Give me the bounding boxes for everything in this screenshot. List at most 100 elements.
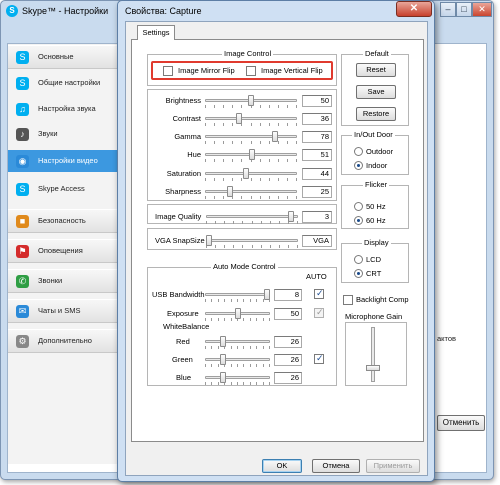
gamma-tick bbox=[287, 141, 288, 144]
gamma-value[interactable]: 78 bbox=[302, 131, 332, 143]
skype-close-button[interactable]: ✕ bbox=[472, 2, 492, 17]
sidebar-section-6[interactable]: ■ Безопасность bbox=[8, 209, 128, 233]
green-slider-thumb[interactable] bbox=[220, 354, 226, 365]
apply-button[interactable]: Применить bbox=[366, 459, 420, 473]
backlight-comp-checkbox[interactable] bbox=[343, 295, 353, 305]
sidebar-item-1[interactable]: S Общие настройки bbox=[8, 72, 128, 94]
blue-slider-thumb[interactable] bbox=[220, 372, 226, 383]
exposure-auto-checkbox[interactable] bbox=[314, 307, 324, 318]
sidebar-item-5[interactable]: S Skype Access bbox=[8, 178, 128, 200]
gamma-tick bbox=[214, 141, 215, 144]
vga-snapsize-tick bbox=[224, 245, 225, 248]
sidebar-section-0[interactable]: S Основные bbox=[8, 45, 128, 69]
green-value[interactable]: 26 bbox=[274, 354, 302, 366]
dialog-close-button[interactable]: ✕ bbox=[396, 1, 432, 17]
vga-snapsize-tick bbox=[242, 245, 243, 248]
sharpness-tick bbox=[278, 196, 279, 199]
hue-tick bbox=[260, 159, 261, 162]
flicker-title: Flicker bbox=[363, 180, 390, 189]
blue-value[interactable]: 26 bbox=[274, 372, 302, 384]
sidebar-section-7[interactable]: ⚑ Оповещения bbox=[8, 239, 128, 263]
flicker-50hz-radio[interactable] bbox=[354, 202, 363, 211]
usb-bandwidth-slider-thumb[interactable] bbox=[264, 289, 270, 300]
saturation-tick bbox=[205, 178, 206, 181]
sidebar-item-label: Чаты и SMS bbox=[38, 306, 81, 315]
flicker-60hz-radio[interactable] bbox=[354, 216, 363, 225]
sidebar-item-2[interactable]: ♫ Настройка звука bbox=[8, 98, 128, 120]
vga-snapsize-slider-thumb[interactable] bbox=[206, 235, 212, 246]
restore-button[interactable]: Restore bbox=[356, 107, 396, 121]
gamma-tick bbox=[296, 141, 297, 144]
gamma-slider-thumb[interactable] bbox=[272, 131, 278, 142]
sharpness-tick bbox=[241, 196, 242, 199]
vga-snapsize-tick bbox=[215, 245, 216, 248]
indoor-radio[interactable] bbox=[354, 161, 363, 170]
contrast-tick bbox=[260, 123, 261, 126]
sidebar-item-label: Настройка звука bbox=[38, 104, 96, 113]
brightness-slider-thumb[interactable] bbox=[248, 95, 254, 106]
usb-bandwidth-value[interactable]: 8 bbox=[274, 289, 302, 301]
ok-button[interactable]: OK bbox=[262, 459, 302, 473]
microphone-gain-thumb[interactable] bbox=[366, 365, 380, 371]
sidebar-section-9[interactable]: ✉ Чаты и SMS bbox=[8, 299, 128, 323]
image-quality-value[interactable]: 3 bbox=[302, 211, 332, 223]
sidebar-section-10[interactable]: ⚙ Дополнительно bbox=[8, 329, 128, 353]
green-tick bbox=[218, 364, 219, 367]
lcd-radio[interactable] bbox=[354, 255, 363, 264]
microphone-gain-track bbox=[371, 327, 375, 382]
vga-snapsize-value[interactable]: VGA bbox=[302, 235, 332, 247]
contrast-tick bbox=[278, 123, 279, 126]
outdoor-radio[interactable] bbox=[354, 147, 363, 156]
sharpness-value[interactable]: 25 bbox=[302, 186, 332, 198]
hue-tick bbox=[278, 159, 279, 162]
sidebar-item-4[interactable]: ◉ Настройки видео bbox=[8, 150, 128, 172]
green-tick bbox=[243, 364, 244, 367]
blue-tick bbox=[250, 382, 251, 385]
contrast-value[interactable]: 36 bbox=[302, 113, 332, 125]
dialog-cancel-button[interactable]: Отмена bbox=[312, 459, 360, 473]
red-tick bbox=[218, 346, 219, 349]
saturation-value[interactable]: 44 bbox=[302, 168, 332, 180]
exposure-value[interactable]: 50 bbox=[274, 308, 302, 320]
skype-cancel-button[interactable]: Отменить bbox=[437, 415, 485, 431]
vga-snapsize-tick bbox=[252, 245, 253, 248]
sharpness-tick bbox=[260, 196, 261, 199]
exposure-tick bbox=[243, 318, 244, 321]
sidebar-item-3[interactable]: ♪ Звуки bbox=[8, 123, 128, 145]
maximize-button[interactable]: □ bbox=[456, 2, 472, 17]
phone-icon: ✆ bbox=[16, 275, 29, 288]
red-slider-thumb[interactable] bbox=[220, 336, 226, 347]
sidebar-section-8[interactable]: ✆ Звонки bbox=[8, 269, 128, 293]
crt-radio[interactable] bbox=[354, 269, 363, 278]
usb-bandwidth-auto-checkbox[interactable] bbox=[314, 288, 324, 299]
contrast-slider-thumb[interactable] bbox=[236, 113, 242, 124]
brightness-value[interactable]: 50 bbox=[302, 95, 332, 107]
image-quality-slider-thumb[interactable] bbox=[288, 211, 294, 222]
green-tick bbox=[211, 364, 212, 367]
image-mirror-flip-checkbox[interactable] bbox=[163, 66, 173, 76]
saturation-slider-thumb[interactable] bbox=[243, 168, 249, 179]
hue-value[interactable]: 51 bbox=[302, 149, 332, 161]
image-vertical-flip-checkbox[interactable] bbox=[246, 66, 256, 76]
saturation-tick bbox=[223, 178, 224, 181]
white-balance-label: WhiteBalance bbox=[163, 322, 210, 331]
brightness-tick bbox=[205, 105, 206, 108]
sharpness-slider-thumb[interactable] bbox=[227, 186, 233, 197]
hue-slider-thumb[interactable] bbox=[249, 149, 255, 160]
red-label: Red bbox=[176, 337, 190, 346]
green-auto-checkbox[interactable] bbox=[314, 353, 324, 364]
image-quality-tick bbox=[242, 221, 243, 224]
minimize-button[interactable]: – bbox=[440, 2, 456, 17]
reset-button[interactable]: Reset bbox=[356, 63, 396, 77]
red-value[interactable]: 26 bbox=[274, 336, 302, 348]
flag-icon: ⚑ bbox=[16, 245, 29, 258]
exposure-slider-thumb[interactable] bbox=[235, 308, 241, 319]
exposure-label: Exposure bbox=[167, 309, 199, 318]
gamma-tick bbox=[223, 141, 224, 144]
dialog-title: Свойства: Capture bbox=[125, 6, 202, 16]
save-button[interactable]: Save bbox=[356, 85, 396, 99]
sidebar-item-label: Общие настройки bbox=[38, 78, 101, 87]
tab-settings[interactable]: Settings bbox=[137, 25, 175, 40]
gamma-tick bbox=[251, 141, 252, 144]
microphone-gain-label: Microphone Gain bbox=[345, 312, 403, 321]
